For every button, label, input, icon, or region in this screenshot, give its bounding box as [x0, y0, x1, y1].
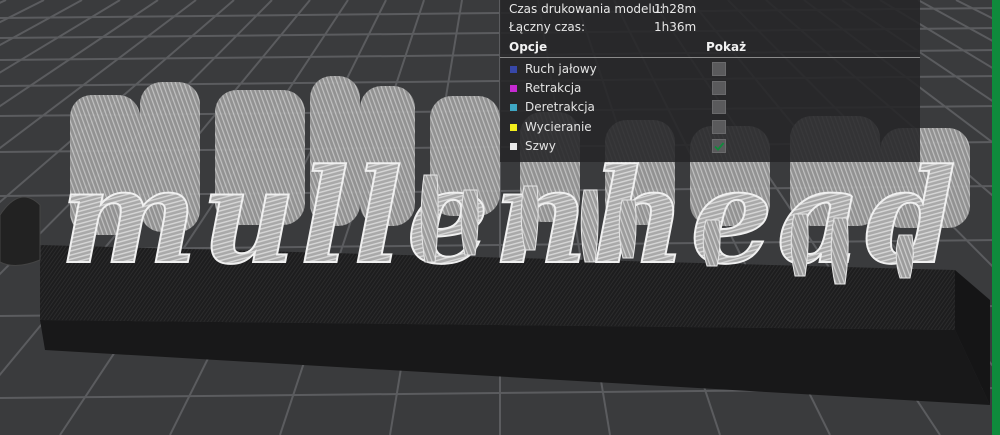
support-stalk — [702, 219, 721, 267]
seams-color-swatch — [510, 143, 517, 150]
retraction-label: Retrakcja — [525, 81, 582, 95]
deretraction-label: Deretrakcja — [525, 100, 595, 114]
side-panel-edge[interactable] — [992, 0, 1000, 435]
options-header: Opcje — [509, 40, 548, 54]
seams-label: Szwy — [525, 139, 556, 153]
travel-show-checkbox[interactable] — [712, 62, 726, 76]
skirt-outline — [0, 196, 41, 266]
support-stalk — [420, 174, 439, 263]
wipe-show-checkbox[interactable] — [712, 120, 726, 134]
model-print-time-label: Czas drukowania modelu: — [509, 2, 664, 16]
legend-option-wipe: Wycieranie — [500, 118, 920, 137]
support-stalk — [618, 199, 637, 259]
support-stalk — [520, 185, 539, 251]
travel-color-swatch — [510, 66, 517, 73]
legend-divider — [500, 57, 920, 58]
checkmark-icon — [714, 142, 725, 151]
travel-label: Ruch jałowy — [525, 62, 597, 76]
wipe-label: Wycieranie — [525, 120, 592, 134]
show-header: Pokaż — [706, 40, 747, 54]
support-stalk — [830, 217, 849, 285]
legend-option-deretraction: Deretrakcja — [500, 98, 920, 117]
wipe-color-swatch — [510, 124, 517, 131]
total-time-value: 1h36m — [654, 20, 697, 34]
legend-option-seams: Szwy — [500, 137, 920, 156]
model-text-letters: mullenhead — [60, 140, 960, 293]
support-stalk — [790, 213, 809, 277]
deretraction-color-swatch — [510, 104, 517, 111]
support-stalk — [460, 189, 479, 256]
retraction-color-swatch — [510, 85, 517, 92]
retraction-show-checkbox[interactable] — [712, 81, 726, 95]
legend-option-retraction: Retrakcja — [500, 79, 920, 98]
deretraction-show-checkbox[interactable] — [712, 100, 726, 114]
support-stalk — [895, 234, 914, 279]
support-stalk — [580, 189, 599, 263]
seams-show-checkbox[interactable] — [712, 139, 726, 153]
legend-option-travel: Ruch jałowy — [500, 60, 920, 79]
legend-panel: Czas drukowania modelu: 1h28m Łączny cza… — [500, 0, 920, 162]
total-time-label: Łączny czas: — [509, 20, 586, 34]
model-print-time-value: 1h28m — [654, 2, 697, 16]
